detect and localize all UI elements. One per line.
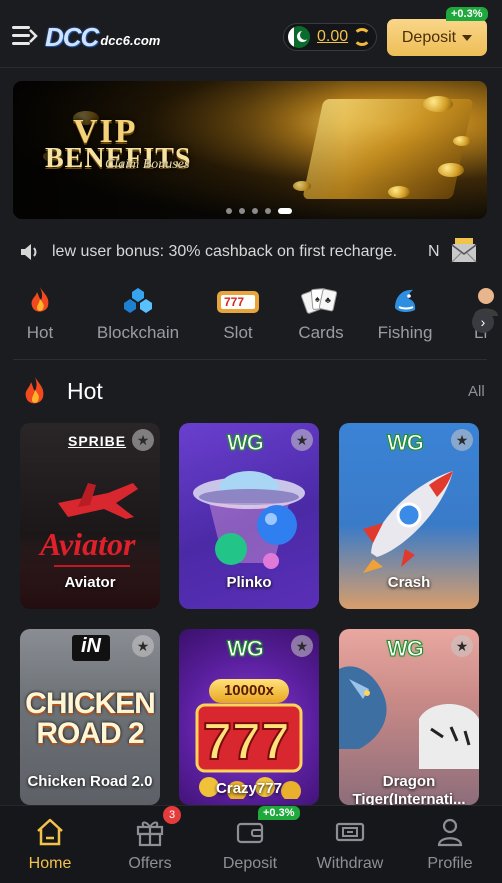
category-label: Blockchain	[96, 323, 180, 342]
ufo-icon	[193, 471, 305, 569]
game-name: Plinko	[226, 574, 272, 591]
menu-icon[interactable]	[12, 26, 38, 46]
game-card-chicken-road[interactable]: iN CHICKEN ROAD 2 Chicken Road 2.0 ★	[20, 629, 160, 805]
nav-label: Home	[28, 855, 72, 872]
favorite-star-icon[interactable]: ★	[291, 429, 313, 451]
chevron-right-icon[interactable]: ›	[472, 311, 494, 333]
nav-label: Withdraw	[316, 855, 384, 872]
deposit-button[interactable]: Deposit	[387, 19, 487, 56]
game-card-aviator[interactable]: SPRIBE Aviator Aviator ★	[20, 423, 160, 609]
nav-label: Profile	[427, 855, 473, 872]
svg-text:777: 777	[203, 713, 290, 771]
banner-dot[interactable]	[265, 208, 271, 214]
chevron-down-icon	[462, 34, 473, 41]
announcement-text-next: N	[428, 243, 440, 260]
banner-dot[interactable]	[226, 208, 232, 214]
provider-logo: iN	[72, 635, 110, 661]
shark-icon	[395, 289, 416, 313]
profile-icon	[437, 818, 463, 847]
gift-icon	[136, 821, 164, 847]
divider	[13, 359, 487, 360]
logo-domain: dcc6.com	[100, 32, 161, 48]
game-name: Dragon Tiger(Internati...	[352, 773, 466, 805]
banner-pagination	[226, 208, 299, 214]
provider-logo: WG	[227, 636, 265, 662]
top-header: DCC dcc6.com 0.00 Deposit +0.3%	[0, 0, 502, 68]
announcement-text: lew user bonus: 30% cashback on first re…	[52, 243, 398, 260]
nav-home[interactable]: Home	[0, 806, 100, 883]
announcement-bar: lew user bonus: 30% cashback on first re…	[0, 232, 502, 272]
dragon-tiger-icon	[339, 666, 479, 769]
favorite-star-icon[interactable]: ★	[132, 635, 154, 657]
view-all-link[interactable]: All	[468, 383, 485, 400]
provider-logo: WG	[387, 430, 425, 456]
balance-display[interactable]: 0.00	[283, 23, 377, 51]
game-name: Crazy777	[216, 780, 282, 797]
playing-cards-icon: ♠ ♣	[301, 288, 338, 314]
game-name: Crash	[387, 574, 431, 591]
category-label: Fishing	[377, 323, 433, 342]
svg-text:♠: ♠	[315, 294, 320, 304]
banner-dot-active[interactable]	[278, 208, 292, 214]
game-card-crazy777[interactable]: WG 10000x 777 Crazy777 ★	[179, 629, 319, 805]
blockchain-icon	[124, 288, 152, 313]
bottom-navigation: Home Offers Deposit Withdraw Profile	[0, 805, 502, 883]
game-name: Aviator	[64, 574, 116, 591]
category-label: Hot	[26, 323, 54, 342]
provider-logo: SPRIBE	[68, 433, 127, 449]
banner-dot[interactable]	[239, 208, 245, 214]
category-label: Cards	[298, 323, 344, 342]
wallet-icon	[236, 822, 264, 844]
category-fishing[interactable]: Fishing	[373, 283, 437, 349]
banner-dot[interactable]	[252, 208, 258, 214]
flame-icon	[25, 377, 44, 404]
category-bar: Hot Blockchain 777 Slot ♠ ♣ Cards Fishin…	[0, 283, 502, 353]
nav-label: Offers	[128, 855, 172, 872]
banner-tagline: Claim Bonuses	[105, 157, 190, 172]
category-blockchain[interactable]: Blockchain	[93, 283, 183, 349]
favorite-star-icon[interactable]: ★	[132, 429, 154, 451]
deposit-button-label: Deposit	[401, 28, 457, 46]
category-slot[interactable]: 777 Slot	[210, 283, 266, 349]
slot-machine-icon: 777	[217, 291, 259, 313]
deposit-nav-bonus-badge: +0.3%	[258, 806, 300, 820]
flame-icon	[31, 287, 49, 312]
withdraw-icon	[335, 822, 365, 842]
svg-text:♣: ♣	[325, 295, 331, 305]
category-label: Slot	[223, 323, 253, 342]
speaker-icon	[21, 244, 37, 260]
offers-count-badge: 3	[163, 806, 181, 824]
game-name: Chicken Road 2.0	[27, 773, 153, 790]
promo-banner[interactable]: VIP BENEFITS Claim Bonuses	[13, 81, 487, 219]
nav-offers[interactable]: Offers	[100, 806, 200, 883]
game-art-title: CHICKEN ROAD 2	[25, 687, 156, 750]
game-card-dragon-tiger[interactable]: WG Dragon Tiger(Internati... ★	[339, 629, 479, 805]
favorite-star-icon[interactable]: ★	[291, 635, 313, 657]
section-title: Hot	[67, 378, 103, 404]
balance-amount: 0.00	[317, 28, 349, 45]
game-card-plinko[interactable]: WG Plinko ★	[179, 423, 319, 609]
site-logo[interactable]: DCC dcc6.com	[45, 22, 181, 52]
home-icon	[37, 818, 63, 846]
deposit-bonus-badge: +0.3%	[446, 7, 488, 21]
logo-text: DCC	[45, 21, 99, 52]
nav-label: Deposit	[222, 855, 278, 872]
refresh-icon[interactable]	[353, 28, 372, 46]
nav-withdraw[interactable]: Withdraw	[300, 806, 400, 883]
favorite-star-icon[interactable]: ★	[451, 429, 473, 451]
category-hot[interactable]: Hot	[13, 283, 67, 349]
category-cards[interactable]: ♠ ♣ Cards	[293, 283, 349, 349]
rocket-icon	[363, 471, 453, 573]
nav-profile[interactable]: Profile	[400, 806, 500, 883]
favorite-star-icon[interactable]: ★	[451, 635, 473, 657]
mail-icon[interactable]	[451, 236, 477, 264]
svg-text:777: 777	[224, 295, 244, 309]
pakistan-flag-icon	[288, 26, 310, 48]
game-card-crash[interactable]: WG Crash ★	[339, 423, 479, 609]
